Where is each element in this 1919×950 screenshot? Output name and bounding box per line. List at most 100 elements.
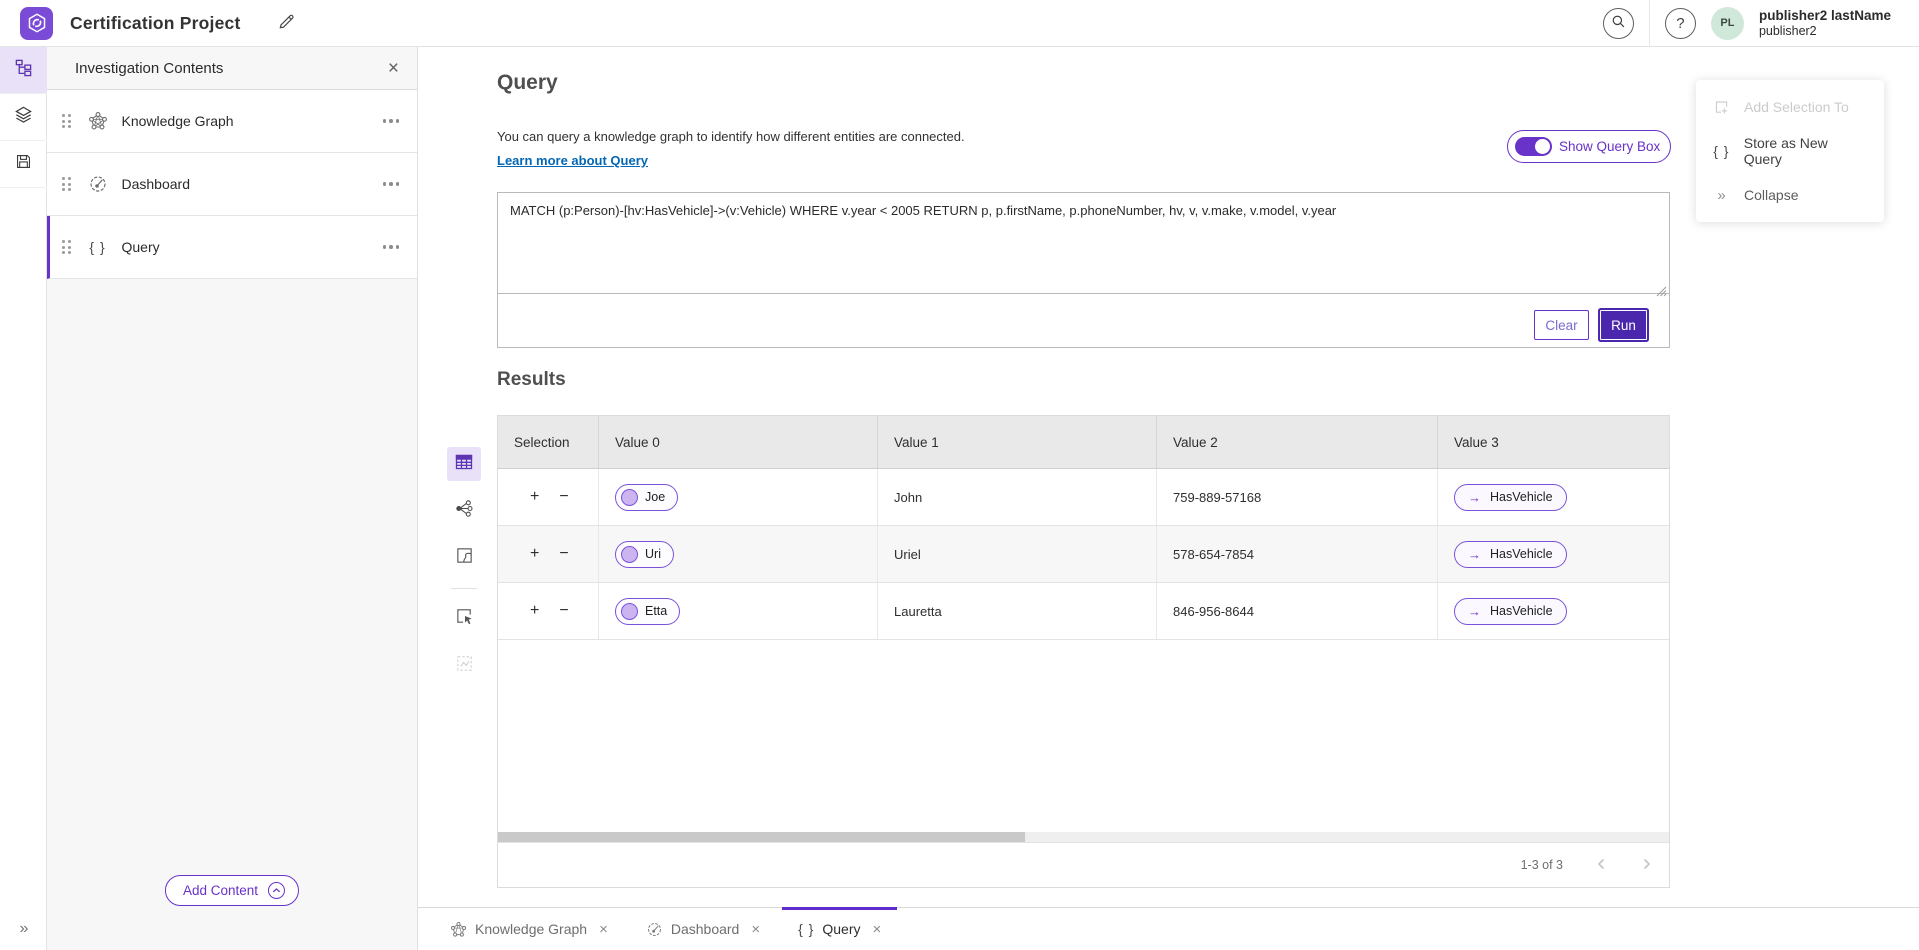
investigation-contents-panel: Investigation Contents × Knowledge Graph — [47, 47, 418, 950]
column-header-value3: Value 3 — [1438, 416, 1669, 468]
rail-item-save[interactable] — [0, 141, 47, 188]
project-title: Certification Project — [70, 13, 240, 34]
add-content-label: Add Content — [183, 883, 258, 898]
entity-dot-icon — [621, 603, 638, 620]
rail-item-investigation-contents[interactable] — [0, 47, 47, 94]
scrollbar-thumb[interactable] — [498, 832, 1025, 842]
learn-more-link[interactable]: Learn more about Query — [497, 153, 648, 168]
save-icon — [15, 153, 32, 175]
close-tab-icon[interactable]: × — [599, 921, 608, 938]
content-tab-bar: Knowledge Graph × Dashboard × { } Query … — [418, 907, 1919, 950]
topbar-divider — [1649, 0, 1650, 46]
hierarchy-icon — [14, 58, 33, 82]
entity-chip[interactable]: Etta — [615, 598, 680, 625]
layers-icon — [14, 105, 33, 129]
map-select-icon — [455, 607, 474, 631]
run-button[interactable]: Run — [1600, 310, 1647, 340]
rail-expand-button[interactable]: » — [0, 920, 47, 938]
map-view-button[interactable] — [447, 541, 481, 575]
tab-label: Dashboard — [671, 921, 740, 937]
panel-item-label: Query — [122, 239, 379, 255]
remove-selection-button[interactable]: − — [557, 601, 570, 621]
close-icon: × — [388, 58, 399, 79]
query-description: You can query a knowledge graph to ident… — [497, 129, 965, 144]
horizontal-scrollbar[interactable] — [498, 832, 1669, 842]
tab-knowledge-graph[interactable]: Knowledge Graph × — [434, 908, 624, 950]
table-row: + − Etta Lauretta 846-956-8644 → HasVehi… — [498, 583, 1669, 640]
edit-title-button[interactable] — [277, 12, 296, 34]
rail-item-layers[interactable] — [0, 94, 47, 141]
next-page-button[interactable] — [1639, 856, 1655, 875]
entity-dot-icon — [621, 489, 638, 506]
entity-chip[interactable]: Uri — [615, 541, 674, 568]
table-empty-area — [498, 640, 1669, 832]
clear-button[interactable]: Clear — [1534, 310, 1589, 340]
add-content-button[interactable]: Add Content — [165, 875, 299, 906]
panel-item-dashboard[interactable]: Dashboard — [47, 153, 417, 216]
user-info[interactable]: publisher2 lastName publisher2 — [1759, 8, 1891, 38]
user-avatar[interactable]: PL — [1711, 7, 1744, 40]
query-page: Query You can query a knowledge graph to… — [418, 47, 1919, 907]
results-title: Results — [497, 369, 566, 391]
cell-phone-number: 846-956-8644 — [1157, 583, 1438, 639]
menu-item-label: Collapse — [1744, 187, 1798, 203]
tab-query[interactable]: { } Query × — [782, 908, 897, 950]
close-tab-icon[interactable]: × — [872, 921, 881, 938]
search-button[interactable] — [1603, 8, 1634, 39]
tab-dashboard[interactable]: Dashboard × — [630, 908, 776, 950]
chevrons-right-icon: » — [1712, 187, 1731, 204]
page-title: Query — [497, 71, 558, 95]
close-tab-icon[interactable]: × — [751, 921, 760, 938]
item-menu-icon[interactable] — [379, 176, 404, 192]
remove-selection-button[interactable]: − — [557, 544, 570, 564]
cell-first-name: John — [878, 469, 1157, 525]
panel-item-knowledge-graph[interactable]: Knowledge Graph — [47, 90, 417, 153]
menu-item-label: Add Selection To — [1744, 99, 1849, 115]
add-selection-button[interactable]: + — [528, 544, 541, 564]
entity-chip[interactable]: Joe — [615, 484, 678, 511]
arrow-right-icon: → — [1468, 547, 1481, 562]
strip-divider — [451, 588, 477, 589]
remove-selection-button[interactable]: − — [557, 487, 570, 507]
results-context-menu: Add Selection To { } Store as New Query … — [1696, 80, 1884, 222]
panel-item-query[interactable]: { } Query — [47, 216, 417, 279]
dashboard-icon — [85, 174, 111, 194]
drag-handle-icon[interactable] — [62, 114, 71, 128]
chevron-right-icon — [1643, 858, 1651, 873]
drag-handle-icon[interactable] — [62, 240, 71, 254]
table-view-button[interactable] — [447, 447, 481, 481]
relationship-chip[interactable]: → HasVehicle — [1454, 541, 1567, 568]
column-header-value2: Value 2 — [1157, 416, 1438, 468]
menu-item-store-as-new-query[interactable]: { } Store as New Query — [1696, 129, 1884, 173]
menu-item-collapse[interactable]: » Collapse — [1696, 173, 1884, 217]
item-menu-icon[interactable] — [379, 239, 404, 255]
graph-view-button[interactable] — [447, 494, 481, 528]
drag-handle-icon[interactable] — [62, 177, 71, 191]
user-name: publisher2 lastName — [1759, 8, 1891, 24]
panel-close-button[interactable]: × — [388, 59, 399, 78]
previous-page-button[interactable] — [1593, 856, 1609, 875]
relationship-chip[interactable]: → HasVehicle — [1454, 484, 1567, 511]
column-header-value1: Value 1 — [878, 416, 1157, 468]
query-box: MATCH (p:Person)-[hv:HasVehicle]->(v:Veh… — [497, 192, 1670, 348]
pencil-icon — [277, 12, 296, 34]
column-header-selection: Selection — [498, 416, 599, 468]
add-selection-button[interactable]: + — [528, 487, 541, 507]
arrow-right-icon: → — [1468, 604, 1481, 619]
resize-handle-icon[interactable] — [1656, 284, 1667, 302]
app-logo-icon — [20, 7, 53, 40]
add-selection-button[interactable]: + — [528, 601, 541, 621]
item-menu-icon[interactable] — [379, 113, 404, 129]
cell-first-name: Uriel — [878, 526, 1157, 582]
add-to-map-button[interactable] — [447, 602, 481, 636]
panel-item-label: Knowledge Graph — [122, 113, 379, 129]
query-input[interactable]: MATCH (p:Person)-[hv:HasVehicle]->(v:Veh… — [498, 193, 1669, 294]
show-query-box-toggle[interactable]: Show Query Box — [1507, 130, 1671, 163]
relationship-chip[interactable]: → HasVehicle — [1454, 598, 1567, 625]
toggle-switch-icon[interactable] — [1515, 137, 1552, 156]
braces-icon: { } — [1712, 143, 1731, 159]
chevron-up-icon — [268, 882, 285, 899]
top-bar: Certification Project ? PL publisher2 la… — [0, 0, 1919, 47]
panel-title: Investigation Contents — [75, 60, 223, 77]
help-button[interactable]: ? — [1665, 8, 1696, 39]
